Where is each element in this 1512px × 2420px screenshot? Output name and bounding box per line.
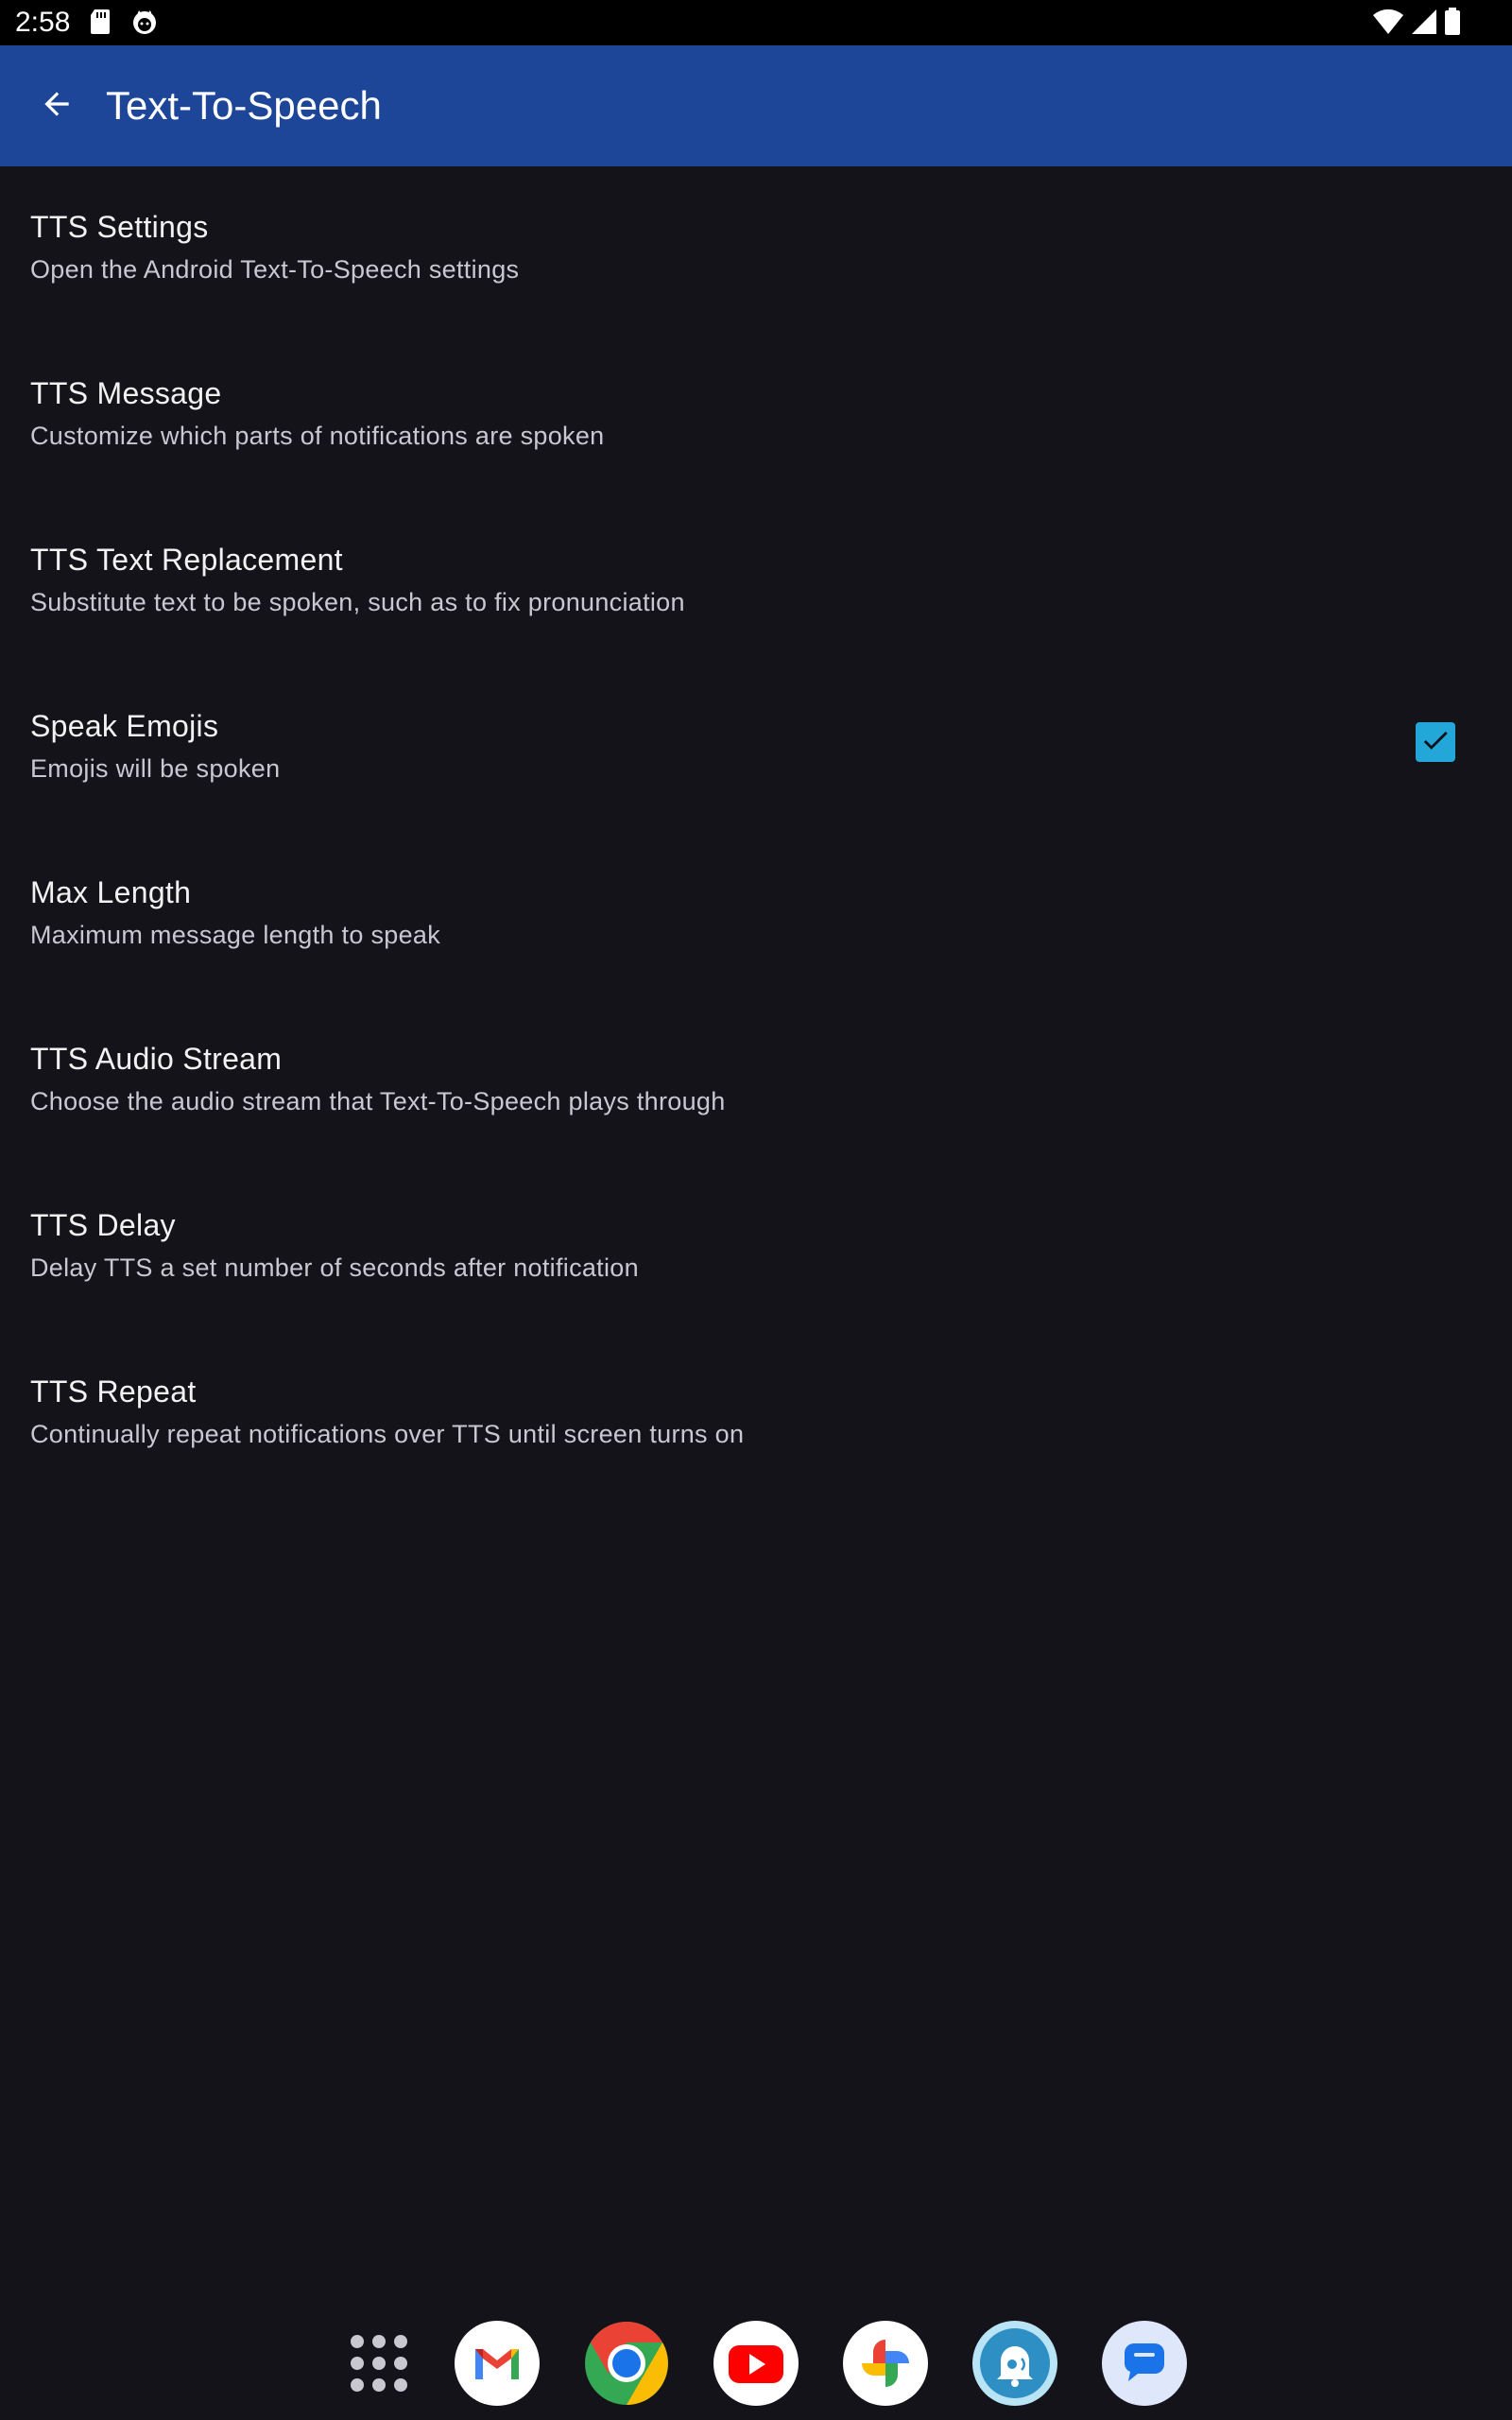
sd-card-icon <box>89 8 112 41</box>
speak-emojis-checkbox[interactable] <box>1416 722 1455 762</box>
app-drawer-icon[interactable] <box>336 2321 421 2406</box>
pref-title: TTS Delay <box>30 1208 176 1242</box>
wifi-icon <box>1372 8 1404 41</box>
back-button[interactable] <box>23 72 91 140</box>
pref-title: TTS Text Replacement <box>30 543 343 577</box>
pref-tts-text-replacement[interactable]: TTS Text Replacement Substitute text to … <box>0 499 1512 666</box>
pref-tts-message[interactable]: TTS Message Customize which parts of not… <box>0 333 1512 499</box>
pref-summary: Continually repeat notifications over TT… <box>30 1420 745 1448</box>
pref-title: TTS Message <box>30 376 222 410</box>
signal-icon <box>1412 8 1438 41</box>
youtube-icon[interactable] <box>713 2321 799 2406</box>
pref-summary: Emojis will be spoken <box>30 754 281 783</box>
pref-tts-repeat[interactable]: TTS Repeat Continually repeat notificati… <box>0 1331 1512 1497</box>
pref-title: Speak Emojis <box>30 709 219 743</box>
chrome-icon[interactable] <box>584 2321 669 2406</box>
pref-title: TTS Audio Stream <box>30 1042 283 1076</box>
pref-tts-audio-stream[interactable]: TTS Audio Stream Choose the audio stream… <box>0 998 1512 1165</box>
status-time: 2:58 <box>15 7 71 38</box>
battery-icon <box>1444 8 1461 41</box>
pref-summary: Delay TTS a set number of seconds after … <box>30 1253 639 1282</box>
pref-summary: Choose the audio stream that Text-To-Spe… <box>30 1087 726 1115</box>
notification-reader-icon[interactable] <box>972 2321 1057 2406</box>
page-title: Text-To-Speech <box>106 83 382 128</box>
preference-list: TTS Settings Open the Android Text-To-Sp… <box>0 166 1512 1497</box>
pref-summary: Substitute text to be spoken, such as to… <box>30 588 685 616</box>
taskbar <box>0 2307 1512 2420</box>
pref-title: Max Length <box>30 875 192 909</box>
pref-summary: Open the Android Text-To-Speech settings <box>30 255 520 284</box>
app-bar: Text-To-Speech <box>0 45 1512 166</box>
status-bar: 2:58 <box>0 0 1512 45</box>
pref-tts-delay[interactable]: TTS Delay Delay TTS a set number of seco… <box>0 1165 1512 1331</box>
check-icon <box>1419 724 1452 761</box>
pref-title: TTS Settings <box>30 210 209 244</box>
pref-summary: Customize which parts of notifications a… <box>30 422 605 450</box>
cat-notification-icon <box>130 8 159 41</box>
arrow-back-icon <box>39 86 75 127</box>
gmail-icon[interactable] <box>455 2321 540 2406</box>
pref-max-length[interactable]: Max Length Maximum message length to spe… <box>0 832 1512 998</box>
pref-title: TTS Repeat <box>30 1374 197 1409</box>
photos-icon[interactable] <box>843 2321 928 2406</box>
pref-speak-emojis[interactable]: Speak Emojis Emojis will be spoken <box>0 666 1512 832</box>
pref-summary: Maximum message length to speak <box>30 921 440 949</box>
messages-icon[interactable] <box>1102 2321 1187 2406</box>
pref-tts-settings[interactable]: TTS Settings Open the Android Text-To-Sp… <box>0 166 1512 333</box>
